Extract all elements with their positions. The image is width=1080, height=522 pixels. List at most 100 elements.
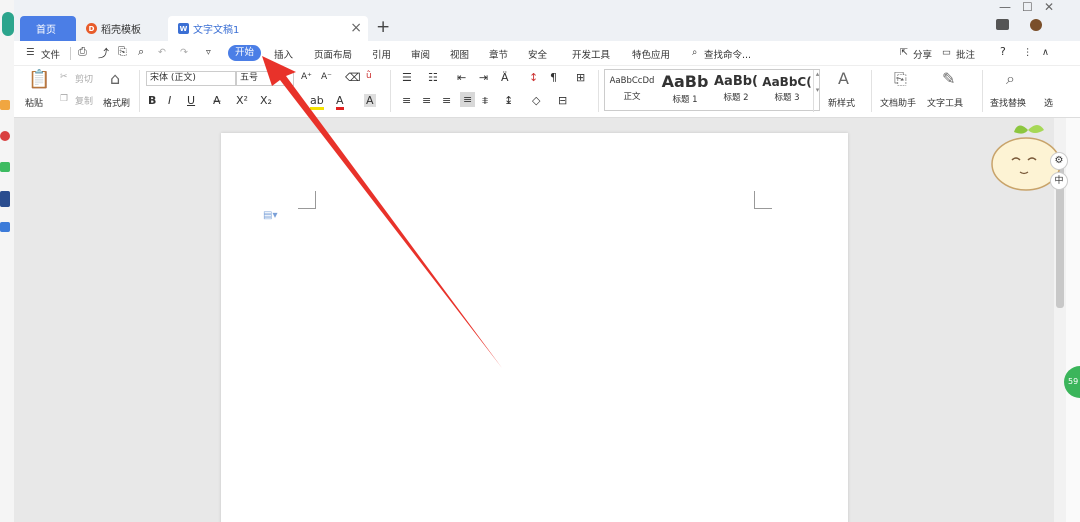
justify-icon[interactable]: ≡ [460, 92, 476, 107]
mascot-assistant[interactable]: ⚙ 中 [988, 122, 1068, 194]
align-center-icon[interactable]: ≡ [422, 94, 431, 107]
align-left-icon[interactable]: ≡ [402, 94, 411, 107]
doc-assistant-button[interactable]: 文档助手 [880, 96, 916, 109]
increase-indent-icon[interactable]: ⇥ [479, 71, 488, 84]
new-tab-button[interactable]: + [376, 17, 390, 37]
menu-insert[interactable]: 插入 [274, 47, 293, 61]
menu-security[interactable]: 安全 [528, 47, 547, 61]
cut-button[interactable]: 剪切 [75, 72, 93, 85]
collapse-ribbon-button[interactable]: ∧ [1042, 47, 1049, 58]
search-command[interactable]: 查找命令... [704, 47, 751, 61]
tab-close-icon[interactable]: × [350, 21, 362, 35]
numbered-list-icon[interactable]: ☷ [428, 71, 438, 84]
menu-file[interactable]: 文件 [41, 47, 60, 61]
sort-icon[interactable]: ↕ [529, 71, 538, 84]
close-window-button[interactable]: ✕ [1044, 0, 1054, 14]
style-label: 标题 3 [774, 93, 800, 103]
text-tools-icon[interactable]: ✎ [942, 69, 955, 88]
italic-button[interactable]: I [168, 94, 171, 107]
more-options-button[interactable]: ⋮ [1023, 47, 1033, 58]
shrink-font-button[interactable]: A⁻ [321, 72, 332, 82]
highlight-icon[interactable]: ab [310, 94, 324, 110]
strikethrough-icon[interactable]: A̶ [213, 94, 221, 107]
text-tools-button[interactable]: 文字工具 [927, 96, 963, 109]
style-normal[interactable]: AaBbCcDd 正文 [605, 70, 659, 112]
clear-format-icon[interactable]: ⌫ [345, 71, 361, 84]
export-icon[interactable]: ⤴ [98, 45, 109, 61]
share-button[interactable]: 分享 [913, 47, 932, 61]
find-replace-button[interactable]: 查找替换 [990, 96, 1026, 109]
tab-home[interactable]: 首页 [20, 16, 76, 41]
gear-icon[interactable]: ⚙ [1050, 152, 1068, 170]
show-marks-icon[interactable]: ¶ [550, 71, 557, 84]
bold-button[interactable]: B [148, 94, 156, 107]
decrease-indent-icon[interactable]: ⇤ [457, 71, 466, 84]
borders-icon[interactable]: ⊟ [558, 94, 567, 107]
char-shading-icon[interactable]: A [364, 94, 376, 107]
menu-page-layout[interactable]: 页面布局 [314, 47, 352, 61]
hamburger-icon[interactable]: ☰ [26, 47, 35, 58]
menu-view[interactable]: 视图 [450, 47, 469, 61]
menu-dev-tools[interactable]: 开发工具 [572, 47, 610, 61]
font-size-select[interactable]: 五号 [236, 71, 294, 86]
table-border-icon[interactable]: ⊞ [576, 71, 585, 84]
menu-special-apps[interactable]: 特色应用 [632, 47, 670, 61]
tab-document[interactable]: W 文字文稿1 × [168, 16, 368, 41]
page-view-icon[interactable] [996, 19, 1009, 30]
language-badge[interactable]: 中 [1050, 172, 1068, 190]
save-icon[interactable]: ⎙ [78, 45, 87, 59]
style-heading-3[interactable]: AaBbC( 标题 3 [761, 70, 813, 112]
doc-assistant-icon[interactable]: ⎘ [894, 69, 907, 89]
cut-icon[interactable]: ✂ [60, 72, 68, 82]
font-color-icon[interactable]: A [336, 94, 344, 110]
redo-icon[interactable]: ↷ [180, 47, 188, 58]
print-icon[interactable]: ⎘ [118, 45, 127, 59]
distribute-icon[interactable]: ⩨ [482, 94, 488, 108]
print-preview-icon[interactable]: ⌕ [138, 45, 144, 59]
align-right-icon[interactable]: ≡ [442, 94, 451, 107]
chat-icon [0, 162, 10, 172]
phonetic-guide-icon[interactable]: ǜ [366, 71, 372, 81]
format-painter-icon[interactable]: ⌂ [110, 69, 120, 88]
style-preview: AaBb( [714, 74, 758, 89]
superscript-icon[interactable]: X² [236, 94, 248, 107]
menu-review[interactable]: 审阅 [411, 47, 430, 61]
copy-icon[interactable]: ❐ [60, 94, 68, 104]
maximize-button[interactable]: ☐ [1022, 0, 1033, 14]
search-icon[interactable]: ⌕ [692, 47, 697, 58]
new-style-button[interactable]: 新样式 [828, 96, 855, 109]
menu-references[interactable]: 引用 [372, 47, 391, 61]
help-button[interactable]: ? [1000, 45, 1006, 58]
font-name-select[interactable]: 宋体 (正文) [146, 71, 236, 86]
bullet-list-icon[interactable]: ☰ [402, 71, 412, 84]
undo-icon[interactable]: ↶ [158, 47, 166, 58]
select-button[interactable]: 选 [1044, 96, 1053, 109]
style-gallery-scroll[interactable]: ▴ ▾ [813, 70, 821, 112]
document-page[interactable]: ▤▾ [221, 133, 848, 522]
customize-chevron-icon[interactable]: ▿ [206, 47, 211, 58]
style-heading-1[interactable]: AaBb 标题 1 [659, 70, 711, 112]
minimize-button[interactable]: — [999, 0, 1011, 14]
document-area: ▤▾ [14, 118, 1054, 522]
share-icon[interactable]: ⇱ [900, 47, 908, 58]
user-avatar[interactable] [1030, 19, 1042, 31]
text-direction-icon[interactable]: Ä [501, 71, 509, 84]
format-painter-button[interactable]: 格式刷 [103, 96, 130, 109]
find-icon[interactable]: ⌕ [1006, 69, 1015, 89]
menu-chapter[interactable]: 章节 [489, 47, 508, 61]
paragraph-options-icon[interactable]: ▤▾ [263, 210, 277, 221]
tab-templates[interactable]: D 稻壳模板 [76, 16, 168, 41]
line-spacing-icon[interactable]: ↨ [504, 94, 513, 107]
underline-button[interactable]: U [187, 94, 195, 107]
paste-button[interactable]: 粘贴 [25, 96, 43, 109]
menu-start[interactable]: 开始 [228, 45, 262, 61]
comment-button[interactable]: 批注 [956, 47, 975, 61]
paste-icon[interactable]: 📋 [28, 69, 50, 90]
copy-button[interactable]: 复制 [75, 94, 93, 107]
grow-font-button[interactable]: A⁺ [301, 72, 312, 82]
comment-icon[interactable]: ▭ [942, 47, 951, 58]
style-heading-2[interactable]: AaBb( 标题 2 [711, 70, 761, 112]
subscript-icon[interactable]: X₂ [260, 94, 272, 107]
new-style-icon[interactable]: A [838, 69, 849, 88]
shading-icon[interactable]: ◇ [532, 94, 540, 107]
